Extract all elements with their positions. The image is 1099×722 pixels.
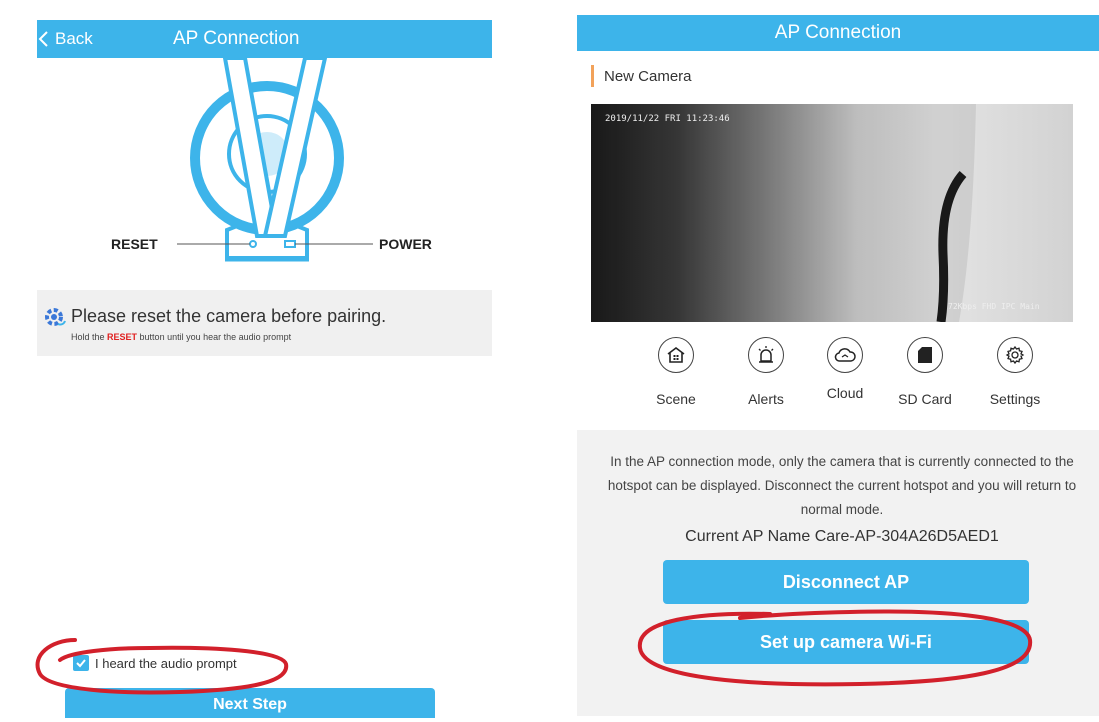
home-grid-icon: [658, 337, 694, 373]
ap-mode-description: In the AP connection mode, only the came…: [607, 454, 1077, 517]
back-label: Back: [55, 29, 93, 48]
instruction-highlight: RESET: [107, 332, 138, 342]
gear-refresh-icon: [45, 308, 66, 326]
audio-prompt-label: I heard the audio prompt: [95, 655, 237, 671]
scene-label: Scene: [656, 391, 696, 407]
current-ap-name: Current AP Name Care-AP-304A26D5AED1: [685, 528, 999, 545]
sd-card-label: SD Card: [898, 391, 952, 407]
alerts-label: Alerts: [748, 391, 784, 407]
reset-label: RESET: [111, 236, 158, 252]
next-step-button[interactable]: Next Step: [65, 688, 435, 718]
left-page-title: AP Connection: [173, 28, 300, 49]
power-label: POWER: [379, 236, 432, 252]
reset-instruction-detail: Hold the RESET button until you hear the…: [71, 332, 291, 342]
right-header-bar: AP Connection: [577, 15, 1099, 51]
video-stream-info: 72Kbps FHD IPC Main: [948, 302, 1040, 311]
accent-marker: [591, 65, 594, 87]
live-video-feed[interactable]: [591, 104, 1073, 322]
cloud-icon: [827, 337, 863, 373]
camera-name: New Camera: [604, 67, 692, 85]
settings-label: Settings: [989, 391, 1041, 407]
ap-connection-panel: In the AP connection mode, only the came…: [577, 430, 1099, 716]
alarm-light-icon: [748, 337, 784, 373]
instruction-prefix: Hold the: [71, 332, 108, 342]
cloud-label: Cloud: [826, 385, 864, 401]
camera-name-header: New Camera: [591, 65, 692, 87]
scene-button[interactable]: Scene: [641, 337, 711, 407]
camera-reset-diagram: RESET POWER: [111, 58, 432, 262]
back-button[interactable]: Back: [37, 20, 93, 58]
reset-instruction-title: Please reset the camera before pairing.: [71, 306, 387, 326]
left-screen: Back AP Connection RESET POWER Please re…: [37, 0, 492, 718]
sd-card-button[interactable]: SD Card: [890, 337, 960, 407]
disconnect-ap-button[interactable]: Disconnect AP: [663, 560, 1029, 604]
reset-instruction-box: Please reset the camera before pairing. …: [37, 290, 492, 356]
instruction-suffix: button until you hear the audio prompt: [137, 332, 292, 342]
audio-prompt-checkbox[interactable]: I heard the audio prompt: [73, 655, 237, 671]
gear-icon: [997, 337, 1033, 373]
checkmark-icon: [73, 655, 89, 671]
settings-button[interactable]: Settings: [980, 337, 1050, 407]
right-page-title: AP Connection: [774, 22, 902, 43]
alerts-button[interactable]: Alerts: [731, 337, 801, 407]
right-screen: AP Connection New Camera 2019/11/22 FRI …: [577, 0, 1099, 716]
setup-camera-wifi-button[interactable]: Set up camera Wi-Fi: [663, 620, 1029, 664]
cloud-button[interactable]: Cloud: [810, 337, 880, 401]
sd-card-icon: [907, 337, 943, 373]
left-header-bar: Back AP Connection: [37, 20, 492, 58]
video-timestamp: 2019/11/22 FRI 11:23:46: [605, 114, 730, 124]
camera-illustration: [190, 58, 344, 262]
chevron-left-icon: [38, 31, 48, 47]
